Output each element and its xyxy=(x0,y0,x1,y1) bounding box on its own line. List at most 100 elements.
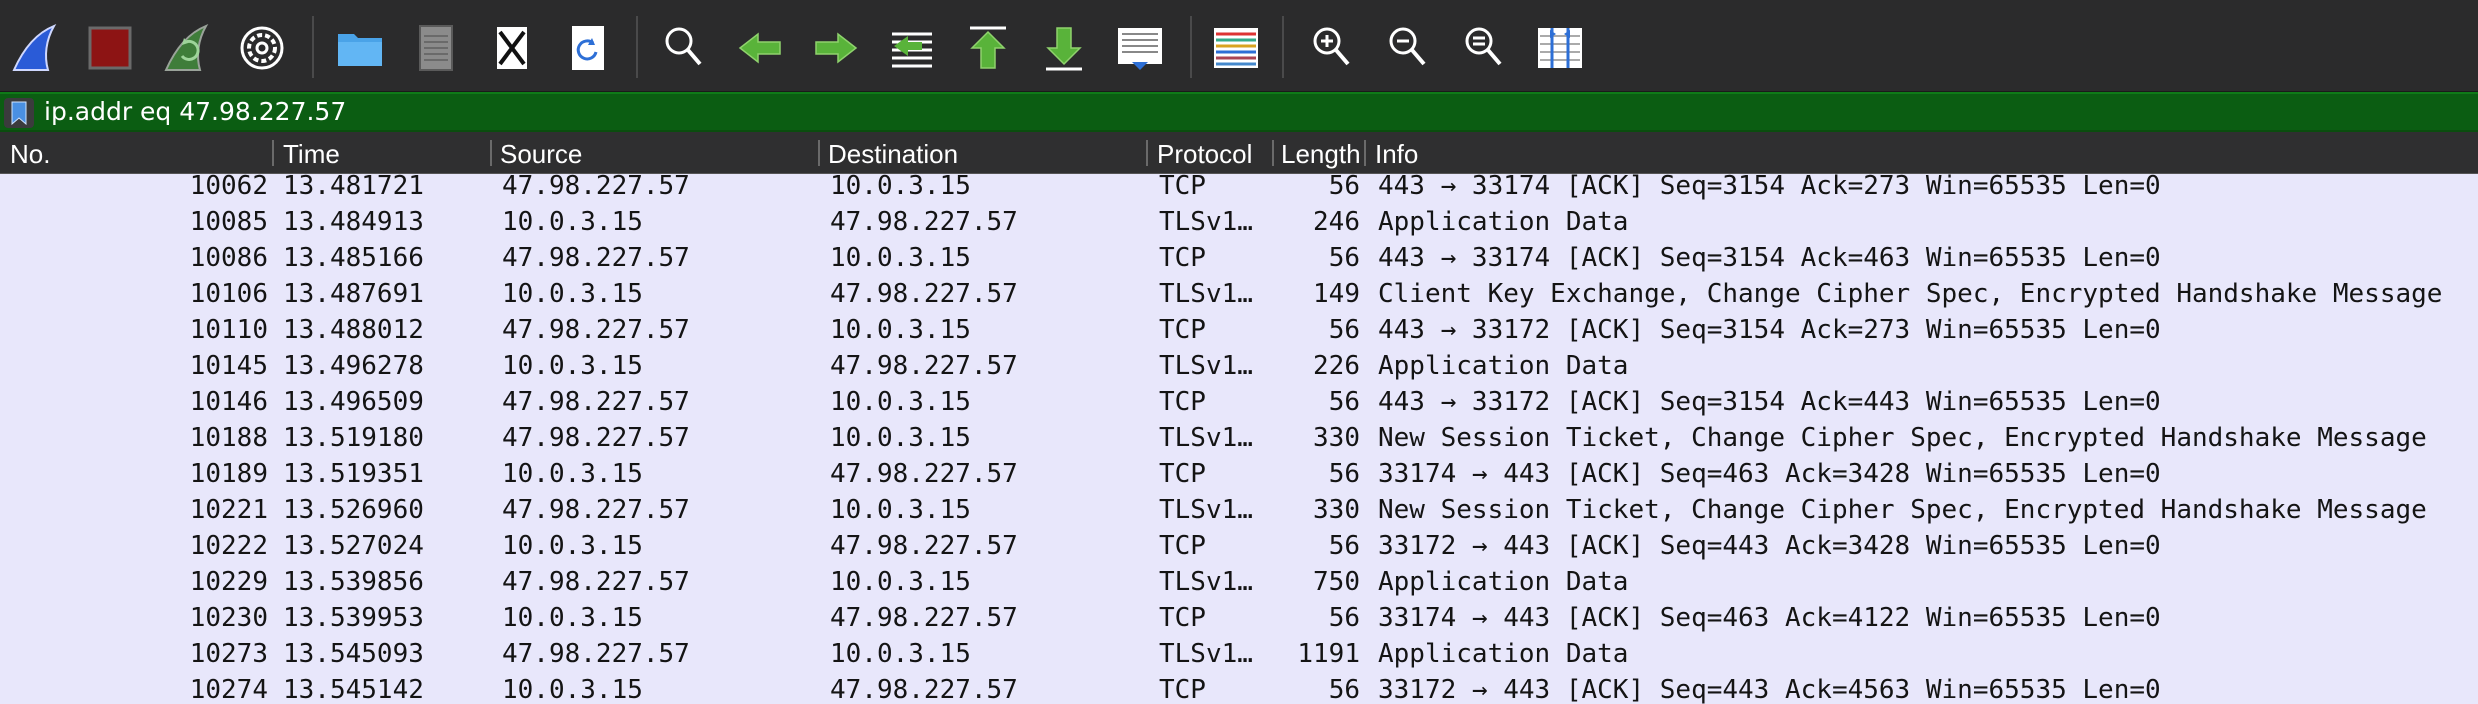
display-filter-bar xyxy=(0,92,2478,132)
go-back-button[interactable] xyxy=(734,22,786,74)
packet-number: 10222 xyxy=(189,531,268,561)
go-last-packet-button[interactable] xyxy=(1038,22,1090,74)
column-divider[interactable] xyxy=(272,140,274,166)
packet-length: 330 xyxy=(1313,495,1360,525)
toolbar-separator xyxy=(1190,16,1192,78)
packet-source: 47.98.227.57 xyxy=(502,315,690,345)
packet-row[interactable]: 10229 13.539856 47.98.227.57 10.0.3.15 T… xyxy=(0,564,2478,600)
toolbar-separator xyxy=(1282,16,1284,78)
arrow-up-top-icon xyxy=(970,26,1006,69)
packet-destination: 47.98.227.57 xyxy=(830,207,1018,237)
packet-row[interactable]: 10106 13.487691 10.0.3.15 47.98.227.57 T… xyxy=(0,276,2478,312)
column-divider[interactable] xyxy=(1272,140,1274,166)
packet-number: 10062 xyxy=(189,174,268,201)
column-divider[interactable] xyxy=(1364,140,1366,166)
reload-file-button[interactable] xyxy=(562,22,614,74)
packet-protocol: TLSv1… xyxy=(1159,423,1253,453)
go-forward-button[interactable] xyxy=(810,22,862,74)
packet-row[interactable]: 10221 13.526960 47.98.227.57 10.0.3.15 T… xyxy=(0,492,2478,528)
packet-number: 10106 xyxy=(189,279,268,309)
capture-options-button[interactable] xyxy=(236,22,288,74)
auto-scroll-button[interactable] xyxy=(1114,22,1166,74)
packet-length: 750 xyxy=(1313,567,1360,597)
column-header-destination[interactable]: Destination xyxy=(828,132,1138,174)
packet-row[interactable]: 10189 13.519351 10.0.3.15 47.98.227.57 T… xyxy=(0,456,2478,492)
packet-row[interactable]: 10110 13.488012 47.98.227.57 10.0.3.15 T… xyxy=(0,312,2478,348)
packet-length: 226 xyxy=(1313,351,1360,381)
packet-row[interactable]: 10086 13.485166 47.98.227.57 10.0.3.15 T… xyxy=(0,240,2478,276)
start-capture-button[interactable] xyxy=(8,22,60,74)
packet-protocol: TCP xyxy=(1159,675,1206,704)
packet-length: 56 xyxy=(1328,675,1360,704)
packet-source: 47.98.227.57 xyxy=(502,567,690,597)
zoom-reset-icon xyxy=(1465,27,1502,66)
go-to-packet-icon xyxy=(892,32,932,68)
arrow-right-icon xyxy=(815,32,858,64)
packet-source: 47.98.227.57 xyxy=(502,639,690,669)
packet-row[interactable]: 10273 13.545093 47.98.227.57 10.0.3.15 T… xyxy=(0,636,2478,672)
packet-row[interactable]: 10145 13.496278 10.0.3.15 47.98.227.57 T… xyxy=(0,348,2478,384)
packet-row[interactable]: 10085 13.484913 10.0.3.15 47.98.227.57 T… xyxy=(0,204,2478,240)
packet-number: 10189 xyxy=(189,459,268,489)
go-first-packet-button[interactable] xyxy=(962,22,1014,74)
zoom-in-button[interactable] xyxy=(1306,22,1358,74)
packet-row[interactable]: 10222 13.527024 10.0.3.15 47.98.227.57 T… xyxy=(0,528,2478,564)
restart-capture-button[interactable] xyxy=(160,22,212,74)
packet-destination: 10.0.3.15 xyxy=(830,243,971,273)
packet-protocol: TCP xyxy=(1159,387,1206,417)
packet-number: 10221 xyxy=(189,495,268,525)
packet-time: 13.481721 xyxy=(283,174,424,201)
packet-number: 10229 xyxy=(189,567,268,597)
open-file-button[interactable] xyxy=(334,22,386,74)
packet-row[interactable]: 10062 13.481721 47.98.227.57 10.0.3.15 T… xyxy=(0,174,2478,204)
save-file-button[interactable] xyxy=(410,22,462,74)
packet-time: 13.519180 xyxy=(283,423,424,453)
packet-row[interactable]: 10274 13.545142 10.0.3.15 47.98.227.57 T… xyxy=(0,672,2478,704)
stop-capture-button[interactable] xyxy=(84,22,136,74)
main-toolbar xyxy=(0,0,2478,92)
packet-row[interactable]: 10188 13.519180 47.98.227.57 10.0.3.15 T… xyxy=(0,420,2478,456)
column-header-length[interactable]: Length xyxy=(1281,132,1359,174)
packet-length: 149 xyxy=(1313,279,1360,309)
colorize-button[interactable] xyxy=(1210,22,1262,74)
packet-list[interactable]: 10062 13.481721 47.98.227.57 10.0.3.15 T… xyxy=(0,174,2478,704)
packet-destination: 10.0.3.15 xyxy=(830,423,971,453)
packet-length: 56 xyxy=(1328,315,1360,345)
zoom-out-button[interactable] xyxy=(1382,22,1434,74)
column-divider[interactable] xyxy=(1146,140,1148,166)
packet-time: 13.496278 xyxy=(283,351,424,381)
packet-info: 443 → 33172 [ACK] Seq=3154 Ack=273 Win=6… xyxy=(1378,315,2161,345)
close-file-button[interactable] xyxy=(486,22,538,74)
column-header-time[interactable]: Time xyxy=(283,132,483,174)
go-to-packet-button[interactable] xyxy=(886,22,938,74)
search-icon xyxy=(665,27,702,66)
column-header-info[interactable]: Info xyxy=(1375,132,1775,174)
packet-number: 10085 xyxy=(189,207,268,237)
packet-source: 10.0.3.15 xyxy=(502,279,643,309)
file-close-icon xyxy=(495,25,529,71)
column-divider[interactable] xyxy=(490,140,492,166)
packet-length: 246 xyxy=(1313,207,1360,237)
packet-row[interactable]: 10146 13.496509 47.98.227.57 10.0.3.15 T… xyxy=(0,384,2478,420)
display-filter-input[interactable] xyxy=(40,94,2440,130)
resize-columns-button[interactable] xyxy=(1534,22,1586,74)
packet-protocol: TLSv1… xyxy=(1159,639,1253,669)
packet-length: 56 xyxy=(1328,174,1360,201)
packet-info: New Session Ticket, Change Cipher Spec, … xyxy=(1378,495,2427,525)
packet-protocol: TLSv1… xyxy=(1159,495,1253,525)
packet-row[interactable]: 10230 13.539953 10.0.3.15 47.98.227.57 T… xyxy=(0,600,2478,636)
column-header-no[interactable]: No. xyxy=(10,132,268,174)
reload-icon xyxy=(572,26,604,70)
column-divider[interactable] xyxy=(818,140,820,166)
packet-protocol: TCP xyxy=(1159,603,1206,633)
find-packet-button[interactable] xyxy=(658,22,710,74)
column-header-protocol[interactable]: Protocol xyxy=(1157,132,1267,174)
packet-protocol: TLSv1… xyxy=(1159,207,1253,237)
packet-protocol: TLSv1… xyxy=(1159,351,1253,381)
filter-bookmark-button[interactable] xyxy=(4,98,34,128)
zoom-reset-button[interactable] xyxy=(1458,22,1510,74)
packet-number: 10274 xyxy=(189,675,268,704)
packet-protocol: TLSv1… xyxy=(1159,279,1253,309)
column-header-source[interactable]: Source xyxy=(500,132,810,174)
arrow-down-bottom-icon xyxy=(1046,27,1082,71)
